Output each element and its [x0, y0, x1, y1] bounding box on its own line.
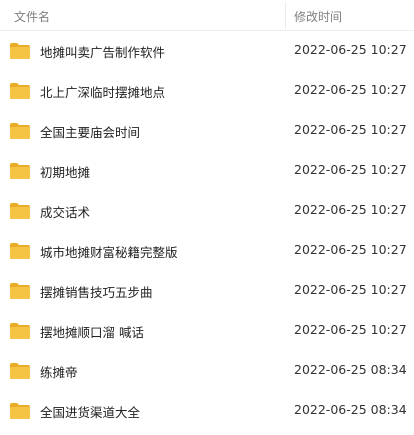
file-modified-date: 2022-06-25 10:27 [294, 282, 407, 297]
folder-icon [10, 283, 30, 299]
list-item[interactable]: 地摊叫卖广告制作软件 2022-06-25 10:27 [0, 31, 414, 71]
file-name: 全国主要庙会时间 [40, 125, 141, 140]
list-item[interactable]: 成交话术 2022-06-25 10:27 [0, 191, 414, 231]
folder-icon [10, 323, 30, 339]
list-item[interactable]: 练摊帝 2022-06-25 08:34 [0, 351, 414, 391]
file-name: 成交话术 [40, 205, 91, 220]
file-name: 摆地摊顺口溜 喊话 [40, 325, 144, 340]
folder-icon [10, 403, 30, 419]
file-modified-date: 2022-06-25 08:34 [294, 362, 407, 377]
file-list: 地摊叫卖广告制作软件 2022-06-25 10:27 北上广深临时摆摊地点 2… [0, 31, 414, 431]
file-name: 地摊叫卖广告制作软件 [40, 45, 166, 60]
column-header: 文件名 修改时间 [0, 0, 414, 31]
file-modified-date: 2022-06-25 10:27 [294, 242, 407, 257]
file-modified-date: 2022-06-25 10:27 [294, 42, 407, 57]
file-name: 练摊帝 [40, 365, 78, 380]
column-header-modified[interactable]: 修改时间 [294, 8, 342, 25]
list-item[interactable]: 摆摊销售技巧五步曲 2022-06-25 10:27 [0, 271, 414, 311]
file-modified-date: 2022-06-25 10:27 [294, 202, 407, 217]
folder-icon [10, 363, 30, 379]
file-modified-date: 2022-06-25 10:27 [294, 82, 407, 97]
file-modified-date: 2022-06-25 10:27 [294, 122, 407, 137]
list-item[interactable]: 全国主要庙会时间 2022-06-25 10:27 [0, 111, 414, 151]
folder-icon [10, 123, 30, 139]
list-item[interactable]: 摆地摊顺口溜 喊话 2022-06-25 10:27 [0, 311, 414, 351]
file-name: 摆摊销售技巧五步曲 [40, 285, 153, 300]
folder-icon [10, 43, 30, 59]
folder-icon [10, 83, 30, 99]
column-header-name[interactable]: 文件名 [14, 8, 50, 25]
file-modified-date: 2022-06-25 10:27 [294, 162, 407, 177]
list-item[interactable]: 初期地摊 2022-06-25 10:27 [0, 151, 414, 191]
list-item[interactable]: 城市地摊财富秘籍完整版 2022-06-25 10:27 [0, 231, 414, 271]
file-modified-date: 2022-06-25 10:27 [294, 322, 407, 337]
folder-icon [10, 203, 30, 219]
file-modified-date: 2022-06-25 08:34 [294, 402, 407, 417]
list-item[interactable]: 全国进货渠道大全 2022-06-25 08:34 [0, 391, 414, 431]
file-name: 北上广深临时摆摊地点 [40, 85, 166, 100]
file-name: 全国进货渠道大全 [40, 405, 141, 420]
column-divider[interactable] [285, 2, 286, 29]
folder-icon [10, 243, 30, 259]
file-name: 城市地摊财富秘籍完整版 [40, 245, 178, 260]
file-name: 初期地摊 [40, 165, 91, 180]
folder-icon [10, 163, 30, 179]
list-item[interactable]: 北上广深临时摆摊地点 2022-06-25 10:27 [0, 71, 414, 111]
